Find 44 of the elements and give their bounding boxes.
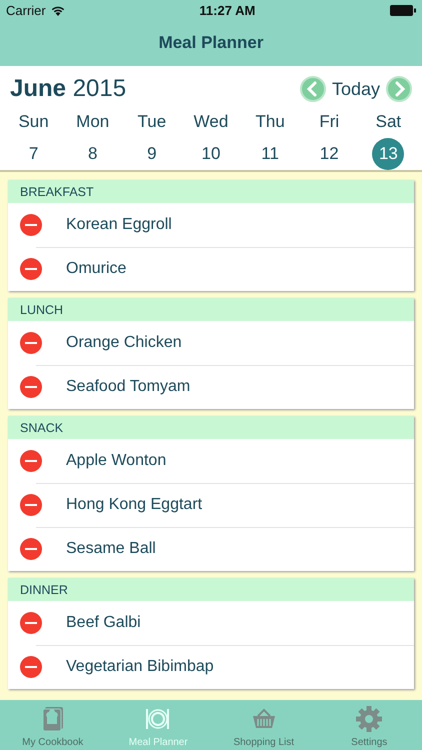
date-button[interactable]: 12 [313, 138, 346, 170]
date-button[interactable]: 9 [136, 138, 168, 170]
section-header: DINNER [8, 578, 414, 601]
remove-icon[interactable] [20, 450, 42, 472]
meal-item[interactable]: Vegetarian Bibimbap [66, 658, 214, 676]
weekday-label: Thu [255, 112, 285, 132]
wifi-icon [50, 4, 65, 16]
meal-item[interactable]: Orange Chicken [66, 334, 182, 352]
meal-item[interactable]: Sesame Ball [66, 540, 156, 558]
status-time: 11:27 AM [199, 2, 256, 18]
date-button[interactable]: 13 [372, 138, 404, 170]
section-header: LUNCH [8, 298, 414, 321]
remove-icon[interactable] [20, 214, 42, 236]
date-button[interactable]: 8 [76, 138, 109, 170]
date-button[interactable]: 11 [254, 138, 286, 170]
remove-icon[interactable] [20, 494, 42, 516]
meal-item[interactable]: Beef Galbi [66, 614, 141, 632]
meal-item[interactable]: Apple Wonton [66, 452, 166, 470]
weekday-label: Fri [319, 112, 340, 132]
remove-icon[interactable] [20, 656, 42, 678]
remove-icon[interactable] [20, 538, 42, 560]
battery-icon [390, 4, 416, 16]
section-header: SNACK [8, 416, 414, 439]
carrier-label: Carrier [6, 2, 46, 18]
date-button[interactable]: 7 [18, 138, 50, 170]
screen-title: Meal Planner [158, 33, 264, 53]
meal-item[interactable]: Hong Kong Eggtart [66, 496, 202, 514]
remove-icon[interactable] [20, 258, 42, 280]
remove-icon[interactable] [20, 612, 42, 634]
month-title: June 2015 [10, 75, 126, 103]
weekday-label: Sat [376, 112, 402, 132]
date-button[interactable]: 10 [194, 138, 227, 170]
today-button[interactable]: Today [332, 78, 380, 100]
meal-item[interactable]: Korean Eggroll [66, 216, 172, 234]
weekday-label: Sun [18, 112, 49, 132]
weekday-label: Tue [138, 112, 166, 132]
remove-icon[interactable] [20, 376, 42, 398]
meal-item[interactable]: Omurice [66, 260, 126, 278]
weekday-label: Mon [76, 112, 110, 132]
section-header: BREAKFAST [8, 180, 414, 203]
weekday-label: Wed [194, 112, 228, 132]
meal-item[interactable]: Seafood Tomyam [66, 378, 190, 396]
gear-icon [354, 704, 384, 734]
remove-icon[interactable] [20, 332, 42, 354]
